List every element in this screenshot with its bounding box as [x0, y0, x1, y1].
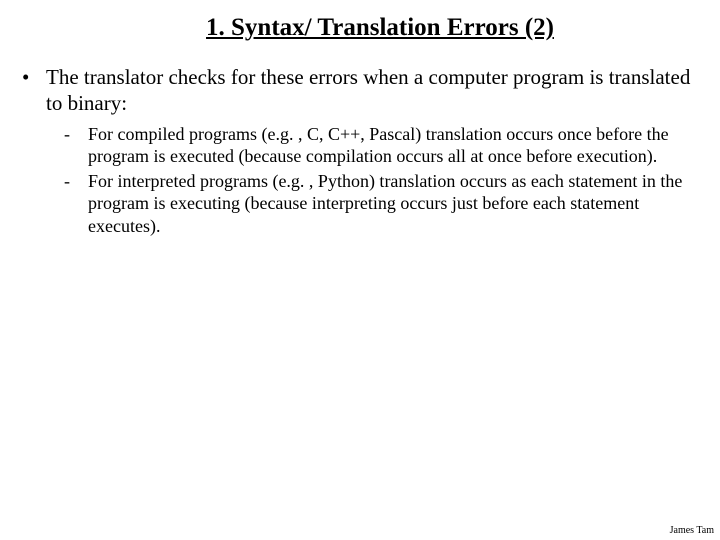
- sub-bullet-text: For interpreted programs (e.g. , Python)…: [88, 171, 682, 236]
- main-bullet: •The translator checks for these errors …: [28, 64, 692, 117]
- dash-icon: -: [76, 170, 88, 193]
- footer-author: James Tam: [670, 525, 714, 536]
- sub-bullet: - For compiled programs (e.g. , C, C++, …: [76, 123, 692, 168]
- dash-icon: -: [76, 123, 88, 146]
- bullet-dot-icon: •: [34, 64, 46, 90]
- slide-content: 1. Syntax/ Translation Errors (2) •The t…: [0, 0, 720, 237]
- sub-bullet-list: - For compiled programs (e.g. , C, C++, …: [28, 123, 692, 238]
- sub-bullet: - For interpreted programs (e.g. , Pytho…: [76, 170, 692, 238]
- main-bullet-text: The translator checks for these errors w…: [46, 65, 690, 115]
- sub-bullet-text: For compiled programs (e.g. , C, C++, Pa…: [88, 124, 669, 167]
- slide-title: 1. Syntax/ Translation Errors (2): [68, 14, 692, 42]
